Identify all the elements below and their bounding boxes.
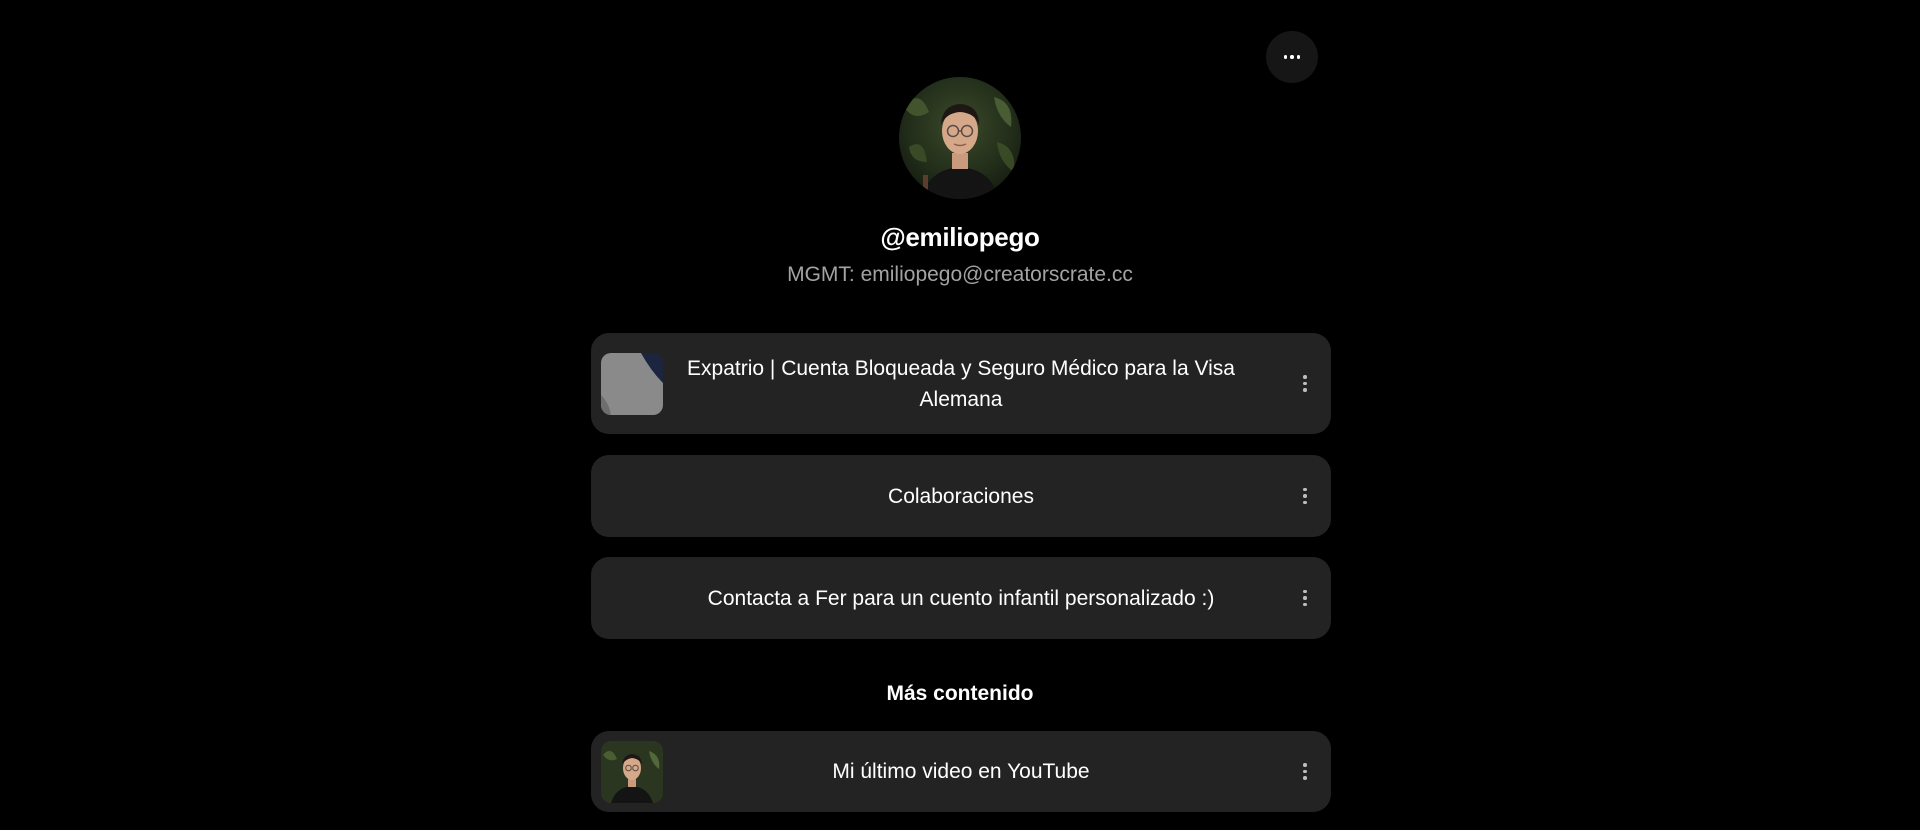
expatrio-logo-icon [601, 352, 663, 415]
avatar [899, 77, 1021, 199]
profile-photo-thumbnail-icon [601, 740, 663, 803]
link-thumbnail [601, 740, 663, 803]
profile-photo-icon [899, 77, 1021, 199]
link-options-button[interactable] [1295, 482, 1315, 510]
link-label: Contacta a Fer para un cuento infantil p… [707, 586, 1215, 610]
link-thumbnail [601, 352, 663, 415]
link-label: Colaboraciones [888, 484, 1034, 508]
link-options-button[interactable] [1295, 584, 1315, 612]
link-card-colaboraciones[interactable]: Colaboraciones [591, 455, 1331, 537]
link-label: Mi último video en YouTube [832, 760, 1090, 783]
ellipsis-horizontal-icon [1283, 55, 1301, 59]
more-options-button[interactable] [1266, 31, 1318, 83]
link-options-button[interactable] [1295, 758, 1315, 786]
section-heading-more-content: Más contenido [886, 682, 1034, 705]
link-in-bio-page: @emiliopego MGMT: emiliopego@creatorscra… [0, 0, 1920, 830]
link-options-button[interactable] [1295, 370, 1315, 398]
link-card-contacta-fer[interactable]: Contacta a Fer para un cuento infantil p… [591, 557, 1331, 639]
profile-handle: @emiliopego [880, 222, 1040, 252]
link-label: Expatrio | Cuenta Bloqueada y Seguro Méd… [687, 356, 1235, 411]
link-card-expatrio[interactable]: Expatrio | Cuenta Bloqueada y Seguro Méd… [591, 333, 1331, 434]
profile-bio: MGMT: emiliopego@creatorscrate.cc [787, 263, 1133, 286]
link-card-youtube[interactable]: Mi último video en YouTube [591, 731, 1331, 812]
